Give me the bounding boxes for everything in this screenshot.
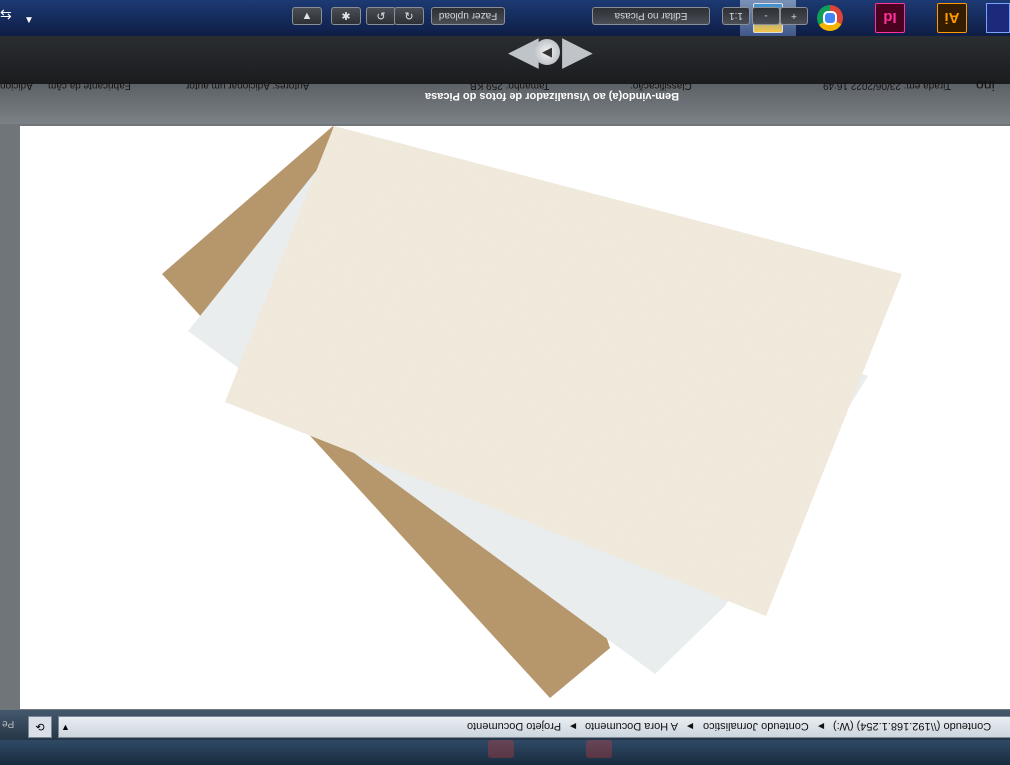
- indesign-icon: Id: [875, 3, 905, 33]
- dropdown-arrow-icon[interactable]: ▲: [61, 722, 70, 732]
- illustrator-icon: Ai: [937, 3, 967, 33]
- triangle-up-icon: ▲: [301, 10, 313, 22]
- show-desktop-dropdown-icon[interactable]: ▼: [24, 10, 34, 28]
- pdf-icon: [488, 740, 514, 758]
- info-camera-maker: Fabricante da câm: [48, 80, 131, 91]
- pdf-icon: [586, 740, 612, 758]
- taskbar-app-other[interactable]: [986, 0, 1010, 36]
- next-arrow-icon[interactable]: ▶: [562, 31, 593, 71]
- info-authors[interactable]: Autores: Adicionar um autor: [186, 80, 309, 91]
- taskbar-app-indesign[interactable]: Id: [862, 0, 918, 36]
- welcome-message: Bem-vindo(a) ao Visualizador de fotos do…: [424, 90, 680, 102]
- taskbar-app-chrome[interactable]: [802, 0, 858, 36]
- up-button[interactable]: ▲: [292, 7, 322, 25]
- star-icon: ✱: [341, 10, 351, 23]
- explorer-left-cut: Pe: [2, 718, 15, 729]
- info-add: Adicion: [0, 80, 33, 91]
- viewer-toolbar: [0, 36, 1010, 85]
- actual-size-button[interactable]: 1:1: [722, 7, 750, 25]
- chevron-icon: ▶: [687, 722, 694, 731]
- breadcrumb-drive[interactable]: Conteudo (\\192.168.1.254) (W:): [833, 720, 991, 732]
- star-button[interactable]: ✱: [331, 7, 361, 25]
- rotate-left-icon: ↺: [376, 10, 386, 23]
- breadcrumb: Projeto Documento ▶ A Hora Documento ▶ C…: [467, 720, 991, 732]
- chevron-icon: ▶: [570, 722, 577, 731]
- zoom-out-button[interactable]: -: [752, 7, 780, 25]
- refresh-icon: ⟲: [35, 721, 45, 734]
- play-slideshow-button[interactable]: ◀: [534, 39, 560, 65]
- edit-in-picasa-button[interactable]: Editar no Picasa: [592, 7, 710, 25]
- rotate-right-icon: ↻: [404, 10, 414, 23]
- photo-canvas: [20, 126, 1010, 709]
- breadcrumb-a-hora[interactable]: A Hora Documento: [585, 720, 678, 732]
- info-taken-date: Tirada em: 23/06/2022 16:49: [823, 80, 952, 91]
- play-icon: ◀: [542, 44, 552, 59]
- breadcrumb-projeto[interactable]: Projeto Documento: [467, 720, 561, 732]
- window-frame-bottom: [0, 740, 1010, 765]
- chrome-icon: [817, 5, 843, 31]
- chevron-icon: ▶: [817, 722, 824, 731]
- breadcrumb-conteudo[interactable]: Conteudo Jornalistico: [703, 720, 809, 732]
- refresh-button[interactable]: ⟲: [28, 716, 52, 738]
- zoom-in-button[interactable]: +: [780, 7, 808, 25]
- upload-button[interactable]: Fazer upload: [431, 7, 505, 25]
- rotate-left-button[interactable]: ↺: [366, 7, 396, 25]
- info-title: ino: [976, 78, 995, 94]
- quick-launch-icon[interactable]: ⇆: [0, 6, 12, 24]
- taskbar-app-illustrator[interactable]: Ai: [924, 0, 980, 36]
- app-icon: [986, 3, 1010, 33]
- address-bar[interactable]: ▲ Projeto Documento ▶ A Hora Documento ▶…: [58, 716, 1010, 738]
- paper-samples-photo: [162, 126, 902, 698]
- rotate-right-button[interactable]: ↻: [394, 7, 424, 25]
- taskbar: ⇆ ▼ ▭ Id Ai: [0, 0, 1010, 36]
